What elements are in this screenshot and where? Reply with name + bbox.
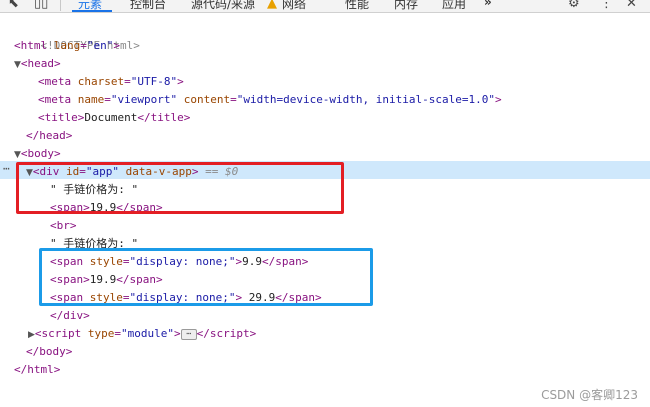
meta-charset-value: "UTF-8" xyxy=(130,75,178,88)
head-close-node[interactable]: </head> xyxy=(26,127,72,145)
meta-content-attr: content xyxy=(183,93,231,106)
br-node[interactable]: <br> xyxy=(50,217,77,235)
expand-triangle-icon[interactable]: ▶ xyxy=(28,330,35,340)
tab-sources[interactable]: 源代码/来源 xyxy=(191,0,255,12)
script-type-attr: type xyxy=(87,327,115,340)
toolbar-divider xyxy=(60,0,61,11)
title-text: Document xyxy=(84,111,138,124)
expand-triangle-icon[interactable]: ▼ xyxy=(14,60,21,70)
body-node[interactable]: ▼<body> xyxy=(14,145,61,163)
meta-name-attr: name xyxy=(77,93,105,106)
active-tab-indicator xyxy=(72,10,112,12)
html-tag-name: html xyxy=(20,39,48,52)
gear-icon[interactable]: ⚙ xyxy=(568,0,580,11)
device-toggle-icon[interactable]: ▯▯ xyxy=(34,0,48,11)
html-close-node[interactable]: </html> xyxy=(14,361,60,379)
head-node[interactable]: ▼<head> xyxy=(14,55,61,73)
meta-viewport-node[interactable]: <meta name="viewport" content="width=dev… xyxy=(38,91,502,109)
more-tabs-button[interactable]: » xyxy=(484,0,492,9)
devtools-toolbar: ⬉ ▯▯ 元素 控制台 源代码/来源 ▲ 网络 性能 内存 应用 » ⚙ ⋮ ✕ xyxy=(0,0,650,13)
title-node[interactable]: <title>Document</title> xyxy=(38,109,190,127)
doctype-line[interactable]: <!DOCTYPE html> xyxy=(14,19,140,52)
head-tag-name: head xyxy=(27,57,55,70)
html-node[interactable]: <html lang="en"> xyxy=(14,37,120,55)
meta-content-value: "width=device-width, initial-scale=1.0" xyxy=(236,93,495,106)
watermark: CSDN @客卿123 xyxy=(541,388,638,402)
tab-performance[interactable]: 性能 xyxy=(345,0,369,12)
meta-charset-attr: charset xyxy=(77,75,125,88)
br-tag-name: br xyxy=(56,219,70,232)
tab-console[interactable]: 控制台 xyxy=(130,0,166,12)
html-lang-attr: lang xyxy=(53,39,81,52)
warning-icon: ▲ xyxy=(267,0,277,11)
tab-application[interactable]: 应用 xyxy=(442,0,466,12)
expand-triangle-icon[interactable]: ▼ xyxy=(14,150,21,160)
red-annotation-box xyxy=(16,162,344,214)
meta-name-value: "viewport" xyxy=(110,93,178,106)
close-icon[interactable]: ✕ xyxy=(626,0,637,11)
blue-annotation-box xyxy=(39,248,373,306)
script-node[interactable]: ▶<script type="module"> ⋯ </script> xyxy=(28,325,256,343)
div-close-node[interactable]: </div> xyxy=(50,307,90,325)
tab-network[interactable]: 网络 xyxy=(282,0,306,12)
body-close-node[interactable]: </body> xyxy=(26,343,72,361)
row-menu-icon[interactable]: ⋯ xyxy=(3,161,10,179)
meta-charset-node[interactable]: <meta charset="UTF-8"> xyxy=(38,73,184,91)
collapsed-ellipsis-button[interactable]: ⋯ xyxy=(180,328,197,340)
body-tag-name: body xyxy=(27,147,55,160)
kebab-menu-icon[interactable]: ⋮ xyxy=(600,0,613,11)
html-lang-value: "en" xyxy=(86,39,114,52)
cursor-select-icon[interactable]: ⬉ xyxy=(8,0,19,11)
script-type-value: "module" xyxy=(121,327,175,340)
tab-memory[interactable]: 内存 xyxy=(394,0,418,12)
